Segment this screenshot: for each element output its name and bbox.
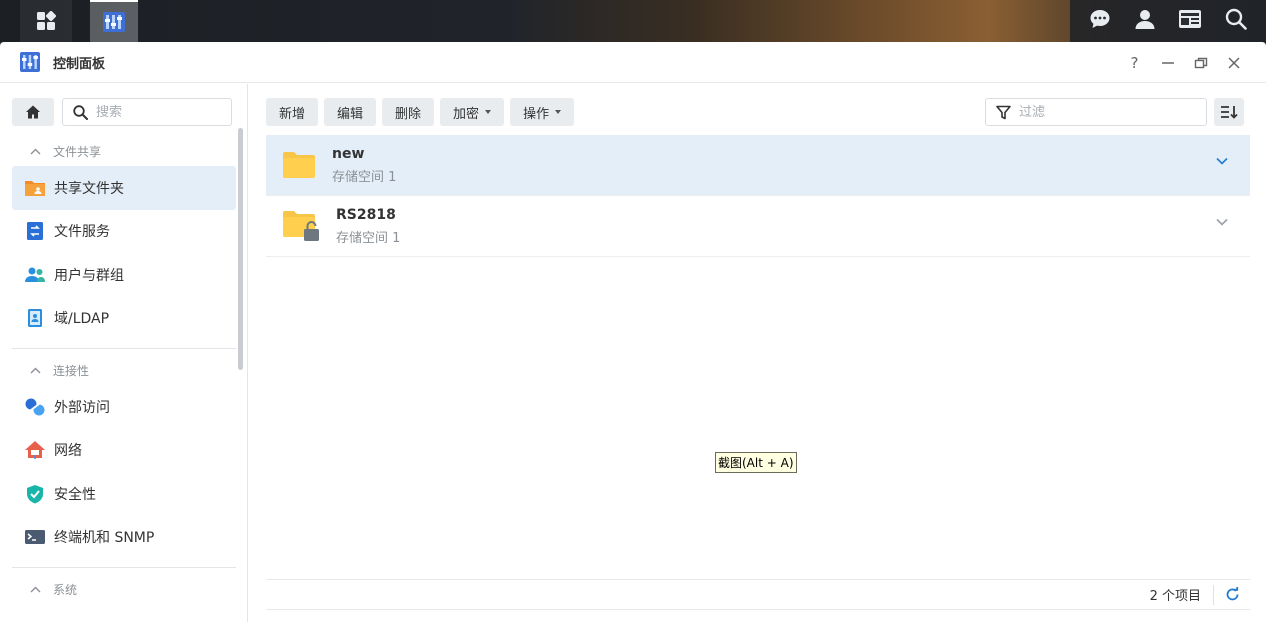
- external-access-icon: [25, 398, 45, 416]
- domain-ldap-icon: [28, 309, 42, 328]
- section-label: 连接性: [53, 363, 90, 378]
- search-icon: [73, 104, 88, 120]
- minimize-button[interactable]: [1151, 42, 1184, 83]
- minimize-icon: [1161, 61, 1174, 64]
- sidebar-item-external-access[interactable]: 外部访问: [12, 385, 236, 429]
- chevron-up-icon: [30, 586, 41, 592]
- sidebar-item-file-services[interactable]: 文件服务: [12, 210, 236, 254]
- chevron-up-icon: [30, 367, 41, 373]
- folder-volume: 存储空间 1: [332, 169, 397, 185]
- sidebar-item-label: 终端机和 SNMP: [54, 530, 155, 547]
- delete-button[interactable]: 删除: [382, 98, 435, 126]
- close-icon: [1227, 56, 1240, 69]
- control-panel-window: 控制面板 ? 文件共: [0, 42, 1266, 622]
- sidebar-search-input[interactable]: [96, 104, 216, 120]
- sidebar-search[interactable]: [62, 98, 232, 126]
- folder-name: RS2818: [336, 206, 396, 223]
- widgets-icon[interactable]: [1178, 8, 1202, 34]
- home-button[interactable]: [12, 98, 54, 126]
- sort-button[interactable]: [1214, 98, 1244, 126]
- section-system[interactable]: 系统: [12, 574, 236, 604]
- home-icon: [26, 105, 40, 119]
- caret-down-icon: [485, 110, 492, 114]
- folder-row[interactable]: RS2818 存储空间 1: [266, 196, 1250, 257]
- network-icon: [25, 441, 45, 460]
- terminal-icon: [25, 530, 45, 545]
- help-button[interactable]: ?: [1118, 42, 1151, 83]
- window-title: 控制面板: [53, 56, 106, 72]
- sidebar-item-users-groups[interactable]: 用户与群组: [12, 253, 236, 297]
- grid-apps-icon: [37, 11, 56, 30]
- main-content: 新增 编辑 删除 加密 操作 new 存储空间 1: [249, 84, 1266, 622]
- control-panel-icon: [20, 52, 40, 72]
- section-label: 系统: [53, 582, 78, 597]
- sidebar-scrollbar[interactable]: [238, 128, 243, 370]
- folder-name: new: [332, 145, 365, 162]
- sidebar-item-security[interactable]: 安全性: [12, 472, 236, 516]
- sidebar-item-label: 域/LDAP: [54, 311, 110, 328]
- main-menu-button[interactable]: [20, 0, 72, 42]
- sidebar-item-label: 用户与群组: [54, 267, 124, 284]
- refresh-icon: [1226, 587, 1238, 601]
- folder-icon: [283, 152, 315, 178]
- edit-label: 编辑: [337, 106, 364, 122]
- filter-funnel-icon: [996, 105, 1011, 119]
- user-icon[interactable]: [1134, 8, 1156, 34]
- section-divider: [12, 348, 236, 349]
- filter-box[interactable]: [985, 98, 1207, 126]
- folder-list: new 存储空间 1 RS2818 存储空间 1: [266, 135, 1250, 257]
- sidebar-item-terminal-snmp[interactable]: 终端机和 SNMP: [12, 516, 236, 560]
- sidebar-item-label: 安全性: [54, 486, 96, 503]
- security-shield-icon: [27, 484, 43, 504]
- caret-down-icon: [555, 110, 562, 114]
- folder-volume: 存储空间 1: [336, 230, 401, 246]
- sidebar-item-shared-folder[interactable]: 共享文件夹: [12, 166, 236, 210]
- sidebar-item-label: 外部访问: [54, 399, 110, 416]
- window-titlebar[interactable]: 控制面板 ?: [0, 42, 1266, 83]
- chevron-down-icon[interactable]: [1216, 157, 1228, 165]
- search-icon[interactable]: [1225, 8, 1247, 34]
- control-panel-icon: [103, 12, 125, 32]
- create-button[interactable]: 新增: [266, 98, 319, 126]
- restore-icon: [1194, 57, 1207, 68]
- sidebar: 文件共享 共享文件夹 文件服务 用户与群组 域/LDAP 连接性: [0, 84, 248, 622]
- sidebar-item-label: 网络: [54, 443, 82, 460]
- sidebar-item-domain-ldap[interactable]: 域/LDAP: [12, 297, 236, 341]
- file-services-icon: [27, 222, 43, 241]
- action-dropdown[interactable]: 操作: [510, 98, 575, 126]
- encrypt-dropdown[interactable]: 加密: [440, 98, 505, 126]
- filter-input[interactable]: [1019, 104, 1179, 120]
- shared-folder-icon: [25, 180, 45, 196]
- section-file-sharing[interactable]: 文件共享: [12, 136, 236, 166]
- chevron-down-icon[interactable]: [1216, 218, 1228, 226]
- sidebar-item-label: 文件服务: [54, 224, 110, 241]
- encrypt-label: 加密: [453, 106, 480, 122]
- folder-row[interactable]: new 存储空间 1: [266, 135, 1250, 196]
- item-count: 2 个项目: [1150, 584, 1214, 605]
- list-footer: 2 个项目: [266, 579, 1250, 610]
- help-icon: ?: [1130, 53, 1139, 72]
- close-button[interactable]: [1217, 42, 1250, 83]
- section-divider: [12, 567, 236, 568]
- edit-button[interactable]: 编辑: [324, 98, 377, 126]
- users-groups-icon: [25, 267, 45, 282]
- chat-icon[interactable]: [1089, 8, 1111, 34]
- restore-button[interactable]: [1184, 42, 1217, 83]
- refresh-button[interactable]: [1214, 587, 1250, 602]
- screenshot-tooltip: 截图(Alt + A): [715, 452, 797, 473]
- delete-label: 删除: [395, 106, 422, 122]
- sort-icon: [1221, 106, 1238, 119]
- taskbar-control-panel-button[interactable]: [90, 0, 138, 42]
- section-connectivity[interactable]: 连接性: [12, 355, 236, 385]
- taskbar: [0, 0, 1266, 42]
- toolbar: 新增 编辑 删除 加密 操作: [266, 98, 575, 126]
- sidebar-item-label: 共享文件夹: [54, 180, 124, 197]
- chevron-up-icon: [30, 148, 41, 154]
- action-label: 操作: [523, 106, 550, 122]
- locked-folder-icon: [283, 211, 319, 241]
- create-label: 新增: [279, 106, 306, 122]
- sidebar-item-network[interactable]: 网络: [12, 429, 236, 473]
- section-label: 文件共享: [53, 144, 102, 159]
